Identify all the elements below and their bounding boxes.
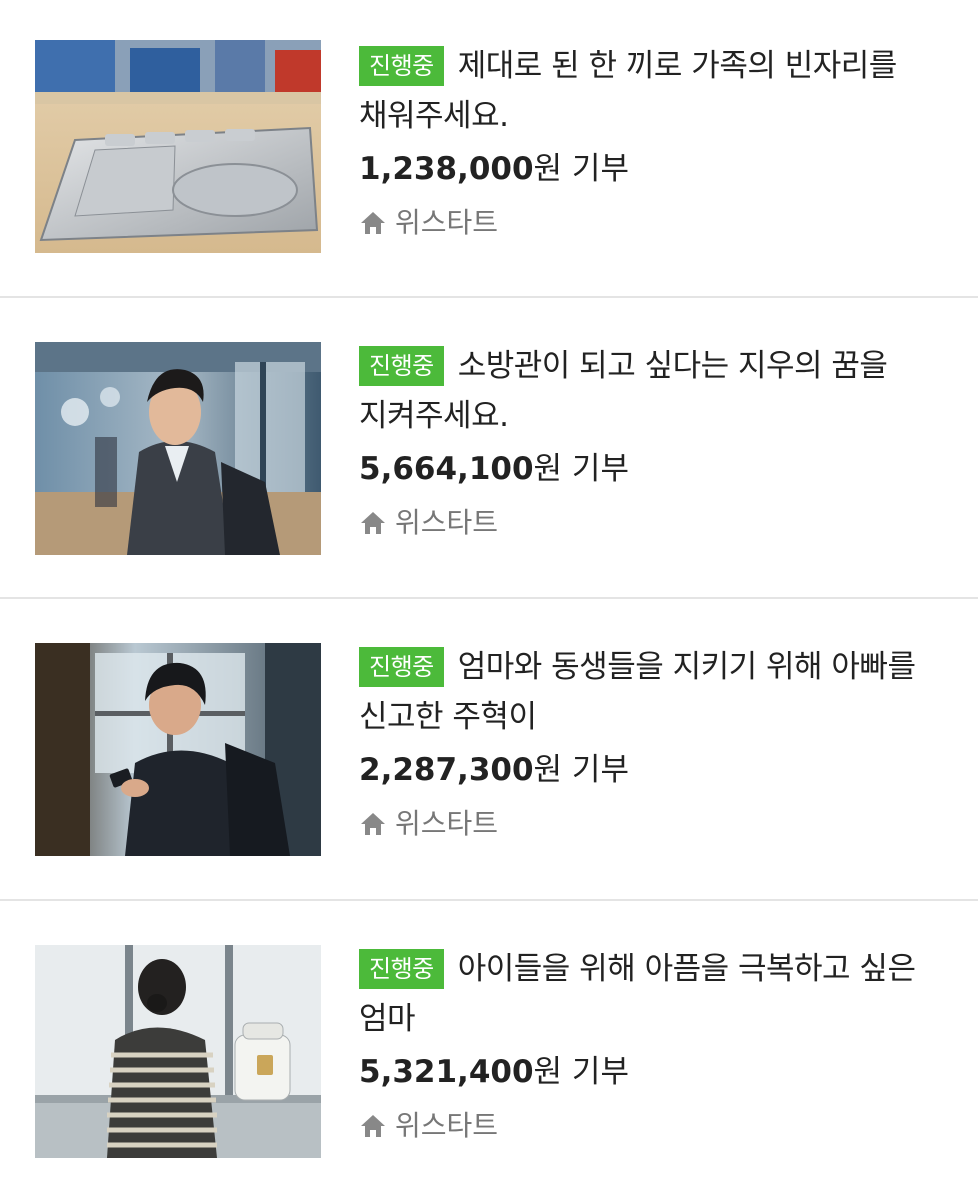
amount-unit: 원 기부 xyxy=(533,1054,629,1090)
list-item[interactable]: 진행중 엄마와 동생들을 지키기 위해 아빠를 신고한 주혁이 2,287,300… xyxy=(0,597,978,897)
item-content: 진행중 엄마와 동생들을 지키기 위해 아빠를 신고한 주혁이 2,287,300… xyxy=(359,642,959,844)
status-badge: 진행중 xyxy=(359,949,444,989)
amount-value: 1,238,000 xyxy=(359,151,534,187)
status-badge: 진행중 xyxy=(359,647,444,687)
organization-name: 위스타트 xyxy=(395,1109,499,1142)
organization: 위스타트 xyxy=(359,1106,959,1146)
item-title[interactable]: 진행중 소방관이 되고 싶다는 지우의 꿈을 지켜주세요. xyxy=(359,341,959,441)
donation-amount: 1,238,000원 기부 xyxy=(359,149,959,189)
donation-list: 진행중 제대로 된 한 끼로 가족의 빈자리를 채워주세요. 1,238,000원… xyxy=(0,0,978,1200)
item-title[interactable]: 진행중 제대로 된 한 끼로 가족의 빈자리를 채워주세요. xyxy=(359,41,959,141)
amount-unit: 원 기부 xyxy=(533,451,629,487)
list-item[interactable]: 진행중 제대로 된 한 끼로 가족의 빈자리를 채워주세요. 1,238,000원… xyxy=(0,0,978,300)
student-in-hallway-photo[interactable] xyxy=(35,342,321,555)
item-content: 진행중 제대로 된 한 끼로 가족의 빈자리를 채워주세요. 1,238,000원… xyxy=(359,41,959,243)
status-badge: 진행중 xyxy=(359,346,444,386)
organization-name: 위스타트 xyxy=(395,807,499,840)
home-icon xyxy=(361,1115,385,1137)
organization-name: 위스타트 xyxy=(395,206,499,239)
status-badge: 진행중 xyxy=(359,46,444,86)
organization: 위스타트 xyxy=(359,203,959,243)
amount-unit: 원 기부 xyxy=(533,151,629,187)
mother-in-kitchen-photo[interactable] xyxy=(35,945,321,1158)
list-item[interactable]: 진행중 소방관이 되고 싶다는 지우의 꿈을 지켜주세요. 5,664,100원 … xyxy=(0,296,978,596)
meal-tray-photo[interactable] xyxy=(35,40,321,253)
item-title[interactable]: 진행중 엄마와 동생들을 지키기 위해 아빠를 신고한 주혁이 xyxy=(359,642,959,742)
amount-value: 5,321,400 xyxy=(359,1054,534,1090)
item-content: 진행중 소방관이 되고 싶다는 지우의 꿈을 지켜주세요. 5,664,100원 … xyxy=(359,341,959,543)
organization: 위스타트 xyxy=(359,804,959,844)
donation-amount: 5,664,100원 기부 xyxy=(359,449,959,489)
amount-value: 5,664,100 xyxy=(359,451,534,487)
amount-unit: 원 기부 xyxy=(533,752,629,788)
organization: 위스타트 xyxy=(359,503,959,543)
organization-name: 위스타트 xyxy=(395,506,499,539)
home-icon xyxy=(361,512,385,534)
item-content: 진행중 아이들을 위해 아픔을 극복하고 싶은 엄마 5,321,400원 기부 … xyxy=(359,944,959,1146)
item-title[interactable]: 진행중 아이들을 위해 아픔을 극복하고 싶은 엄마 xyxy=(359,944,959,1044)
donation-amount: 5,321,400원 기부 xyxy=(359,1052,959,1092)
donation-amount: 2,287,300원 기부 xyxy=(359,750,959,790)
student-with-phone-photo[interactable] xyxy=(35,643,321,856)
home-icon xyxy=(361,813,385,835)
amount-value: 2,287,300 xyxy=(359,752,534,788)
home-icon xyxy=(361,212,385,234)
list-item[interactable]: 진행중 아이들을 위해 아픔을 극복하고 싶은 엄마 5,321,400원 기부 … xyxy=(0,899,978,1199)
